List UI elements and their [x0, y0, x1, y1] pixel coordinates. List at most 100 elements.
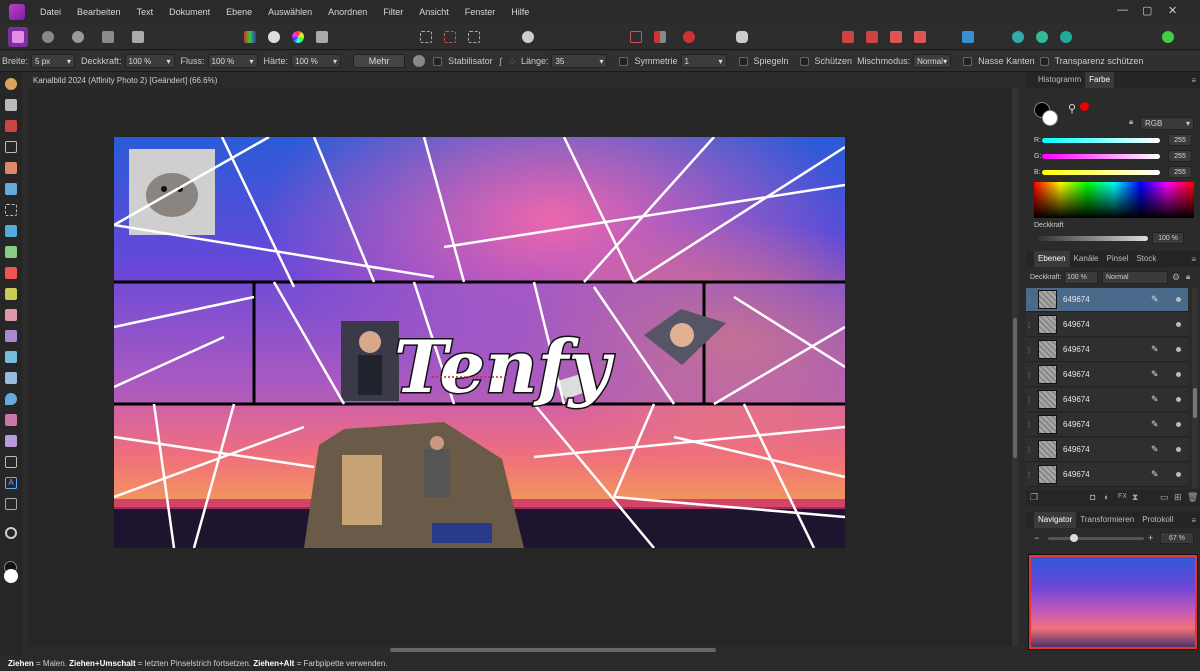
levels-icon[interactable] — [240, 27, 260, 47]
trash-icon[interactable]: 🗑︎ — [1187, 492, 1198, 503]
tone-mapping-persona-icon[interactable] — [98, 27, 118, 47]
snapping-icon[interactable] — [674, 27, 704, 47]
add-layer-icon[interactable]: ⊞ — [1174, 492, 1182, 503]
layer-row[interactable]: ⁞ 649674 ✎ — [1026, 363, 1188, 387]
menu-dokument[interactable]: Dokument — [161, 7, 218, 17]
tab-kanaele[interactable]: Kanäle — [1070, 251, 1103, 267]
b-slider[interactable] — [1042, 170, 1160, 175]
tab-farbe[interactable]: Farbe — [1085, 72, 1115, 88]
layer-row[interactable]: ⁞ 649674 — [1026, 313, 1188, 337]
auto-contrast-icon[interactable] — [264, 27, 284, 47]
blemish-tool-icon[interactable] — [5, 372, 17, 384]
haerte-field[interactable]: 100 % ▾ — [291, 54, 342, 68]
canvas-image[interactable]: Tenfy — [114, 137, 845, 548]
develop-persona-icon[interactable] — [68, 27, 88, 47]
panel-menu-icon[interactable]: ≡ — [1191, 516, 1196, 525]
rope-mode-icon[interactable]: ʃ — [500, 56, 502, 66]
assistant-icon[interactable] — [732, 27, 752, 47]
visibility-dot[interactable] — [1176, 297, 1181, 302]
maximize-button[interactable]: ▢ — [1142, 4, 1152, 17]
fx-icon[interactable]: FX — [1118, 493, 1127, 500]
layer-row[interactable]: ⁞ 649674 ✎ — [1026, 388, 1188, 412]
symmetrie-field[interactable]: 1 ▾ — [680, 54, 727, 68]
layer-row[interactable]: ⁞ 649674 ✎ — [1026, 413, 1188, 437]
arrange-backward-icon[interactable] — [862, 27, 882, 47]
blur-tool-icon[interactable] — [5, 393, 17, 405]
menu-hilfe[interactable]: Hilfe — [503, 7, 537, 17]
panel-menu-icon[interactable]: ≡ — [1191, 76, 1196, 85]
rectangle-tool-icon[interactable] — [5, 456, 17, 468]
color-picker-tool-icon[interactable] — [5, 120, 17, 132]
eyedropper-icon[interactable]: ⚲ — [1068, 102, 1078, 115]
visibility-dot[interactable] — [1176, 397, 1181, 402]
tab-histogramm[interactable]: Histogramm — [1034, 72, 1085, 88]
opacity-value[interactable]: 100 % — [1152, 232, 1184, 244]
text-tool-icon[interactable]: A — [5, 477, 17, 489]
group-icon[interactable]: ▭ — [1160, 492, 1169, 503]
mesh-warp-tool-icon[interactable] — [5, 498, 17, 510]
adjustment-icon[interactable]: ◐ — [1104, 492, 1109, 502]
r-value[interactable]: 255 — [1168, 134, 1192, 146]
crop-icon[interactable] — [626, 27, 646, 47]
gradient-tool-icon[interactable] — [5, 246, 17, 258]
export-persona-icon[interactable] — [128, 27, 148, 47]
arrange-back-icon[interactable] — [838, 27, 858, 47]
selection-intersect-icon[interactable] — [464, 27, 484, 47]
live-filter-icon[interactable]: ⧗ — [1132, 492, 1138, 503]
lock-layer-icon[interactable]: 🔒︎ — [1186, 272, 1190, 282]
opacity-slider[interactable] — [1038, 236, 1148, 241]
align-icon[interactable] — [958, 27, 978, 47]
photo-persona-icon[interactable] — [8, 27, 28, 47]
breite-field[interactable]: 5 px ▾ — [31, 54, 76, 68]
layer-row[interactable]: ⁞ 649674 ✎ — [1026, 438, 1188, 462]
fill-tool-icon[interactable] — [5, 225, 17, 237]
boolean-intersect-icon[interactable] — [1056, 27, 1076, 47]
layer-row[interactable]: ⁞ 649674 ✎ — [1026, 463, 1188, 487]
menu-ebene[interactable]: Ebene — [218, 7, 260, 17]
white-balance-icon[interactable] — [312, 27, 332, 47]
visibility-dot[interactable] — [1176, 422, 1181, 427]
arrange-front-icon[interactable] — [910, 27, 930, 47]
clone-tool-icon[interactable] — [5, 351, 17, 363]
zoom-in-icon[interactable]: + — [1148, 533, 1153, 543]
document-tab[interactable]: Kanalbild 2024 (Affinity Photo 2) [Geänd… — [28, 74, 1018, 88]
crop-tool-icon[interactable] — [5, 141, 17, 153]
quick-mask-icon[interactable] — [512, 27, 544, 47]
primary-color-swatch[interactable] — [4, 569, 18, 583]
tab-transformieren[interactable]: Transformieren — [1076, 512, 1138, 528]
account-icon[interactable] — [1158, 27, 1178, 47]
marquee-tool-icon[interactable] — [5, 204, 17, 216]
g-slider[interactable] — [1042, 154, 1160, 159]
menu-ansicht[interactable]: Ansicht — [411, 7, 457, 17]
symmetrie-checkbox[interactable] — [619, 56, 629, 66]
picked-color-swatch[interactable] — [1080, 102, 1089, 111]
boolean-subtract-icon[interactable] — [1032, 27, 1052, 47]
b-value[interactable]: 255 — [1168, 166, 1192, 178]
tab-ebenen[interactable]: Ebenen — [1034, 251, 1070, 267]
menu-datei[interactable]: Datei — [32, 7, 69, 17]
paint-brush-tool-icon[interactable] — [5, 267, 17, 279]
visibility-dot[interactable] — [1176, 472, 1181, 477]
arrange-forward-icon[interactable] — [886, 27, 906, 47]
visibility-dot[interactable] — [1176, 372, 1181, 377]
laenge-field[interactable]: 35 ▾ — [551, 54, 608, 68]
flood-select-tool-icon[interactable] — [5, 183, 17, 195]
schuetzen-checkbox[interactable] — [799, 56, 809, 66]
hand-tool-icon[interactable] — [5, 78, 17, 90]
selection-subtract-icon[interactable] — [440, 27, 460, 47]
zoom-tool-icon[interactable] — [5, 527, 17, 539]
menu-text[interactable]: Text — [129, 7, 162, 17]
boolean-add-icon[interactable] — [1008, 27, 1028, 47]
transparenz-checkbox[interactable] — [1039, 56, 1049, 66]
menu-filter[interactable]: Filter — [375, 7, 411, 17]
color-model-select[interactable]: RGB ▾ — [1140, 117, 1194, 130]
horizontal-scrollbar[interactable] — [28, 646, 1018, 654]
layer-opacity-field[interactable]: 100 % — [1064, 271, 1098, 284]
spiegeln-checkbox[interactable] — [738, 56, 748, 66]
menu-bearbeiten[interactable]: Bearbeiten — [69, 7, 129, 17]
pen-tool-icon[interactable] — [5, 435, 17, 447]
visibility-dot[interactable] — [1176, 347, 1181, 352]
r-slider[interactable] — [1042, 138, 1160, 143]
move-tool-icon[interactable] — [5, 99, 17, 111]
vertical-scrollbar[interactable] — [1012, 88, 1018, 646]
